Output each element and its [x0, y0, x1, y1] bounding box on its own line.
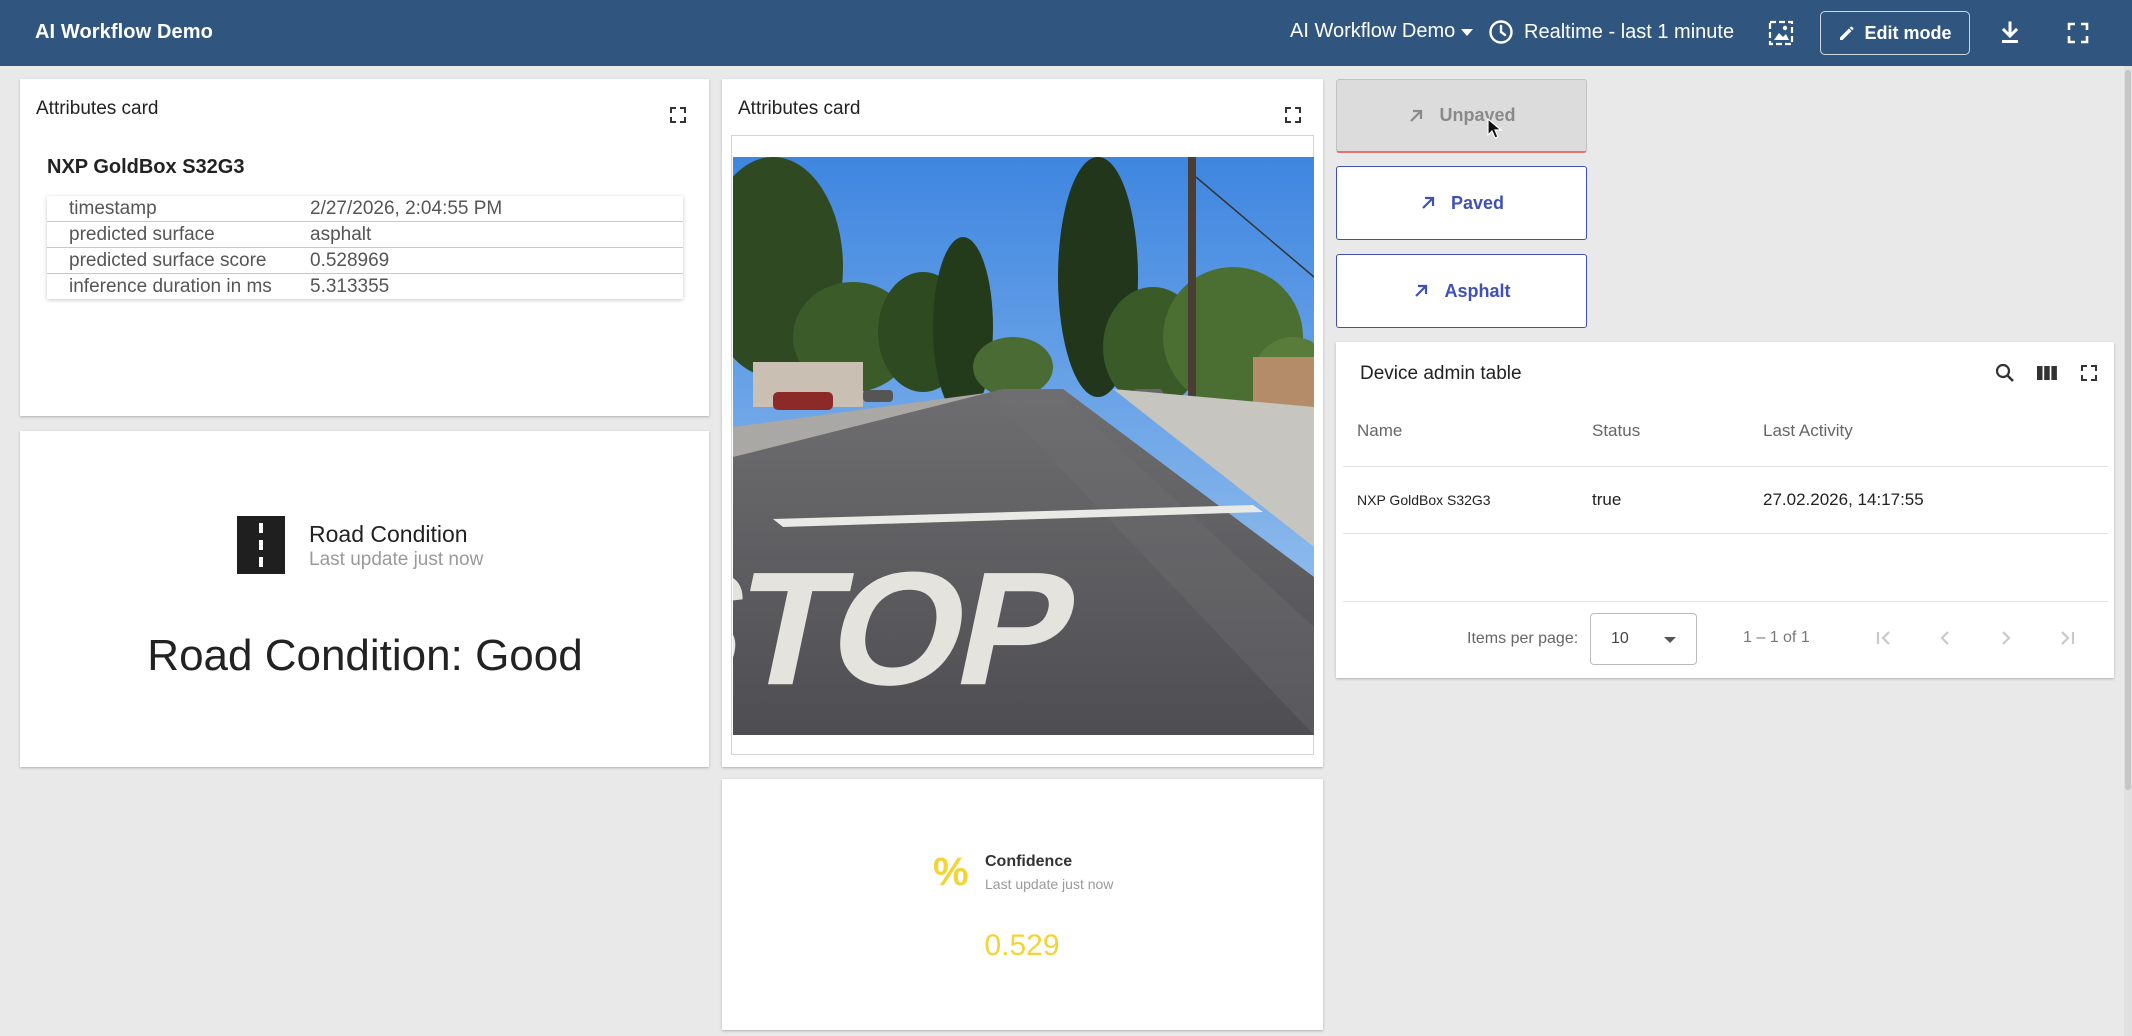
asphalt-label: Asphalt: [1444, 280, 1511, 301]
edit-mode-label: Edit mode: [1864, 22, 1952, 43]
scrollbar-thumb[interactable]: [2125, 70, 2131, 790]
paved-button[interactable]: Paved: [1336, 166, 1587, 240]
dashboard-selector[interactable]: AI Workflow Demo: [1290, 20, 1474, 43]
asphalt-button[interactable]: Asphalt: [1336, 254, 1587, 328]
road-condition-value: Road Condition: Good: [147, 631, 583, 680]
attribute-value: 2/27/2026, 2:04:55 PM: [310, 197, 503, 219]
stop-marking: STOP: [733, 538, 1089, 719]
expand-icon[interactable]: [1284, 106, 1302, 124]
unpaved-label: Unpaved: [1439, 105, 1516, 125]
attributes-row: inference duration in ms 5.313355: [47, 274, 683, 299]
clock-icon: [1489, 20, 1513, 44]
pagination-range: 1 – 1 of 1: [1743, 629, 1810, 646]
confidence-value: 0.529: [984, 929, 1060, 962]
paved-label: Paved: [1450, 192, 1505, 213]
dashboard-selector-label: AI Workflow Demo: [1290, 20, 1456, 42]
attributes-row: predicted surface score 0.528969: [47, 248, 683, 274]
cell-device-name: NXP GoldBox S32G3: [1357, 492, 1491, 508]
road-condition-subtitle: Last update just now: [309, 549, 484, 570]
column-header-name[interactable]: Name: [1357, 421, 1402, 441]
device-table-title: Device admin table: [1360, 363, 1522, 384]
next-page-icon[interactable]: [1992, 624, 2020, 652]
expand-icon[interactable]: [669, 106, 687, 124]
download-icon[interactable]: [1996, 19, 2024, 47]
table-divider: [1343, 601, 2108, 602]
road-photo: STOP: [733, 157, 1314, 735]
fullscreen-icon[interactable]: [2064, 19, 2092, 47]
chevron-down-icon: [1664, 637, 1676, 643]
attributes-row: predicted surface asphalt: [47, 222, 683, 248]
column-header-status[interactable]: Status: [1592, 421, 1640, 441]
attribute-key: predicted surface: [69, 223, 215, 245]
arrow-up-right-icon: [1422, 196, 1435, 209]
items-per-page-select[interactable]: 10: [1590, 613, 1697, 665]
confidence-title: Confidence: [985, 853, 1073, 870]
last-page-icon[interactable]: [2053, 624, 2081, 652]
table-divider: [1343, 533, 2108, 534]
attributes-card-title: Attributes card: [738, 98, 861, 119]
attributes-device-name: NXP GoldBox S32G3: [47, 156, 245, 178]
items-per-page-value: 10: [1611, 630, 1629, 647]
attribute-value: asphalt: [310, 223, 372, 245]
pencil-icon: [1840, 26, 1855, 40]
unpaved-button[interactable]: Unpaved: [1336, 79, 1587, 153]
road-icon: [237, 516, 285, 574]
attribute-value: 5.313355: [310, 275, 390, 297]
expand-icon[interactable]: [2080, 364, 2098, 382]
confidence-card: [722, 779, 1323, 1030]
columns-icon[interactable]: [2036, 364, 2058, 382]
cell-status: true: [1592, 490, 1622, 509]
mouse-cursor-icon: [1487, 118, 1503, 139]
attribute-key: predicted surface score: [69, 249, 267, 271]
cell-last-activity: 27.02.2026, 14:17:55: [1763, 490, 1924, 509]
image-capture-icon[interactable]: [1767, 19, 1795, 47]
attribute-key: timestamp: [69, 197, 157, 219]
items-per-page-label: Items per page:: [1467, 630, 1579, 647]
road-condition-card: [20, 431, 709, 767]
arrow-up-right-icon: [1410, 109, 1423, 122]
road-condition-title: Road Condition: [309, 521, 468, 547]
top-bar: AI Workflow Demo AI Workflow Demo Realti…: [0, 0, 2132, 66]
image-frame: STOP: [731, 135, 1314, 755]
attributes-card-title: Attributes card: [36, 98, 159, 119]
attributes-table: timestamp 2/27/2026, 2:04:55 PM predicte…: [47, 196, 683, 299]
edit-mode-button[interactable]: Edit mode: [1820, 11, 1970, 55]
app-title: AI Workflow Demo: [35, 21, 213, 43]
attribute-value: 0.528969: [310, 249, 390, 271]
attribute-key: inference duration in ms: [69, 275, 272, 297]
first-page-icon[interactable]: [1870, 624, 1898, 652]
arrow-up-right-icon: [1415, 284, 1428, 297]
previous-page-icon[interactable]: [1931, 624, 1959, 652]
timewindow-label: Realtime - last 1 minute: [1524, 20, 1735, 43]
percent-icon: %: [933, 850, 969, 894]
confidence-subtitle: Last update just now: [985, 876, 1114, 892]
attributes-row: timestamp 2/27/2026, 2:04:55 PM: [47, 196, 683, 222]
timewindow-button[interactable]: Realtime - last 1 minute: [1488, 19, 1734, 45]
chevron-down-icon: [1461, 29, 1474, 36]
search-icon[interactable]: [1994, 362, 2016, 384]
column-header-last-activity[interactable]: Last Activity: [1763, 421, 1853, 441]
